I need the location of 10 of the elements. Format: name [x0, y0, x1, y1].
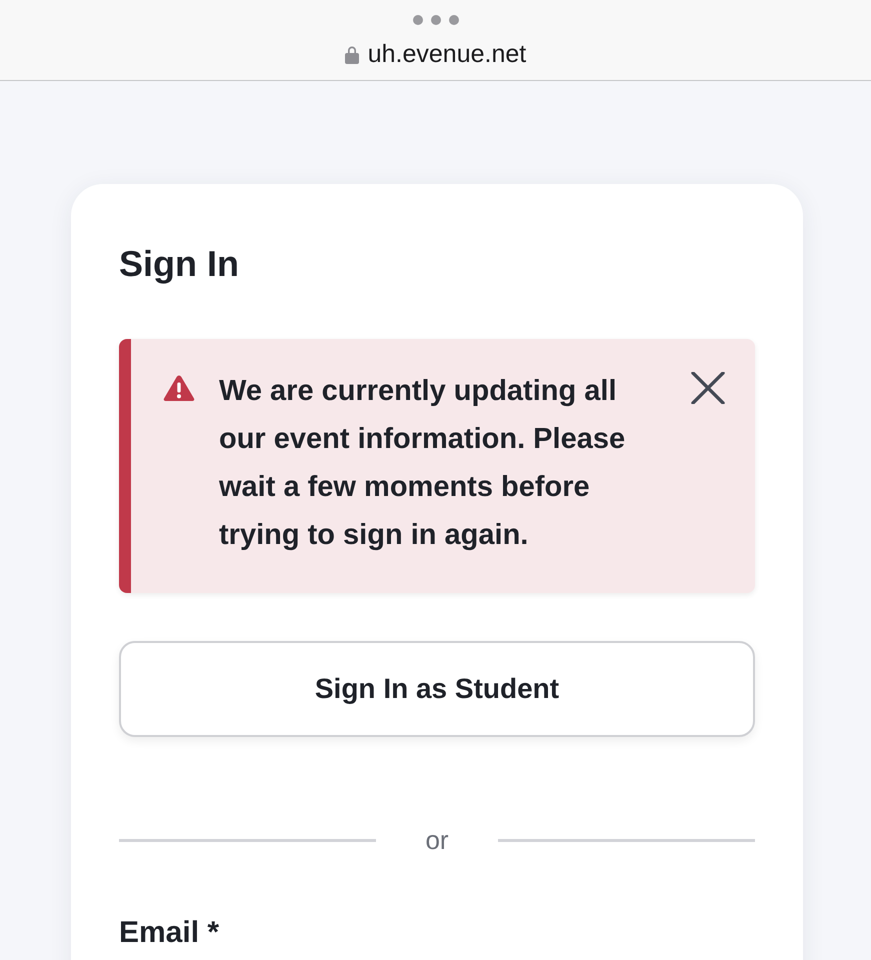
more-dots-icon[interactable] — [412, 15, 458, 25]
sign-in-title: Sign In — [119, 244, 240, 284]
close-icon — [691, 372, 725, 404]
divider-label: or — [424, 825, 450, 855]
alert-message: We are currently updating all our event information. Please wait a few moments before trying to sign in again. — [219, 374, 626, 553]
sign-in-as-student-button[interactable]: Sign In as Student — [119, 641, 755, 737]
close-button[interactable] — [691, 372, 725, 404]
email-label: Email * — [119, 915, 220, 951]
warning-icon — [163, 374, 195, 402]
url-text[interactable]: uh.evenue.net — [368, 40, 526, 68]
